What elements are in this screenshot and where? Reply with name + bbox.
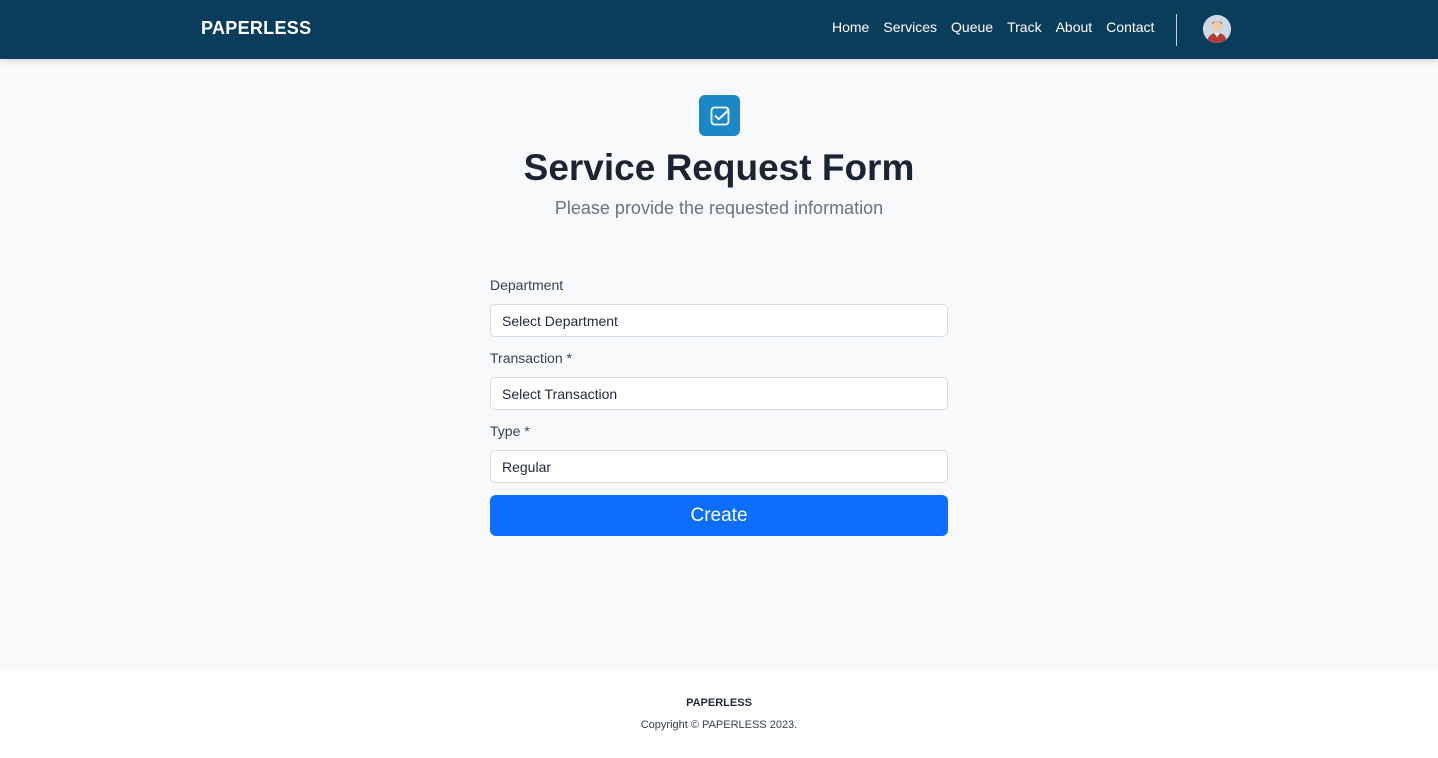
avatar-icon xyxy=(1203,15,1231,43)
nav-link-queue[interactable]: Queue xyxy=(944,19,1000,35)
checkbox-icon-svg xyxy=(710,106,729,125)
type-select[interactable]: Regular xyxy=(490,450,948,483)
department-select-value: Select Department xyxy=(502,312,618,329)
page-title: Service Request Form xyxy=(523,147,915,188)
footer-copyright: Copyright © PAPERLESS 2023. xyxy=(640,719,798,731)
department-label: Department xyxy=(490,277,564,293)
page-footer: PAPERLESS Copyright © PAPERLESS 2023. xyxy=(0,671,1438,758)
footer-brand: PAPERLESS xyxy=(686,697,752,709)
transaction-select[interactable]: Select Transaction xyxy=(490,377,948,410)
nav-divider xyxy=(1176,14,1177,46)
user-avatar[interactable] xyxy=(1203,15,1231,43)
type-select-value: Regular xyxy=(502,458,552,475)
page-subtitle: Please provide the requested information xyxy=(554,198,884,218)
nav-link-home[interactable]: Home xyxy=(825,19,876,35)
department-select[interactable]: Select Department xyxy=(490,304,948,337)
nav-link-contact[interactable]: Contact xyxy=(1099,19,1161,35)
transaction-select-value: Select Transaction xyxy=(502,385,618,402)
top-navbar: PAPERLESS Home Services Queue Track Abou… xyxy=(0,0,1438,59)
create-button[interactable]: Create xyxy=(490,495,948,536)
type-label: Type * xyxy=(490,423,530,439)
service-request-form: Department Select Department Transaction… xyxy=(490,277,948,496)
transaction-label: Transaction * xyxy=(490,350,572,366)
checkbox-icon xyxy=(699,95,740,136)
nav-link-services[interactable]: Services xyxy=(876,19,944,35)
nav-link-track[interactable]: Track xyxy=(1000,19,1048,35)
nav-links: Home Services Queue Track About Contact xyxy=(825,19,1161,35)
nav-link-about[interactable]: About xyxy=(1049,19,1100,35)
brand-logo[interactable]: PAPERLESS xyxy=(201,18,311,39)
